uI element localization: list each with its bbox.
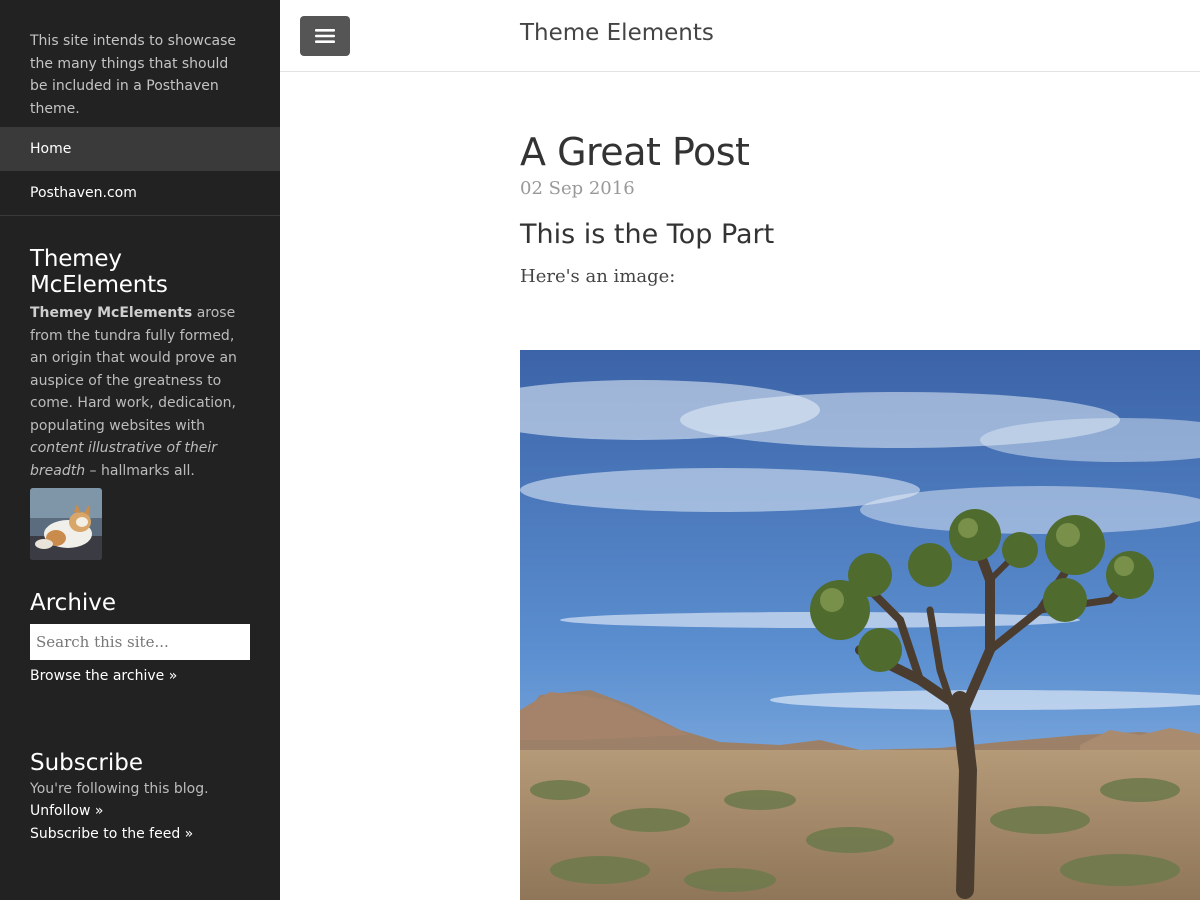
archive-title: Archive <box>30 590 117 616</box>
bio-text-part-1: arose from the tundra fully formed, an o… <box>30 305 237 434</box>
menu-button[interactable] <box>300 16 350 56</box>
sidebar-nav: Home Posthaven.com <box>0 127 280 216</box>
top-header: Theme Elements <box>280 0 1200 72</box>
site-intro: This site intends to showcase the many t… <box>30 33 237 117</box>
post-date: 02 Sep 2016 <box>520 178 635 199</box>
nav-item-home[interactable]: Home <box>0 127 280 171</box>
hamburger-icon <box>315 29 335 43</box>
post-paragraph: Here's an image: <box>520 266 676 287</box>
subscribe-feed-link[interactable]: Subscribe to the feed » <box>30 823 250 846</box>
search-input[interactable] <box>30 624 250 660</box>
post: A Great Post 02 Sep 2016 This is the Top… <box>520 130 1200 287</box>
subscribe-status: You're following this blog. <box>30 781 209 797</box>
bio-text-part-2: – hallmarks all. <box>85 462 195 479</box>
browse-archive-link[interactable]: Browse the archive » <box>30 668 250 684</box>
post-image-joshua-tree <box>520 350 1200 900</box>
post-title[interactable]: A Great Post <box>520 130 1200 174</box>
archive-section: Archive Browse the archive » <box>30 590 250 684</box>
site-title[interactable]: Theme Elements <box>520 20 714 46</box>
subscribe-title: Subscribe <box>30 750 144 776</box>
author-bio: Themey McElements Themey McElements aros… <box>0 216 280 560</box>
sidebar: This site intends to showcase the many t… <box>0 0 280 900</box>
bio-title: Themey McElements <box>30 246 168 298</box>
bio-text: Themey McElements arose from the tundra … <box>30 302 250 482</box>
nav-item-posthaven[interactable]: Posthaven.com <box>0 171 280 215</box>
joshua-tree-photo <box>520 350 1200 900</box>
bio-name: Themey McElements <box>30 305 193 321</box>
avatar-cat-image <box>30 488 102 560</box>
subscribe-section: Subscribe You're following this blog. Un… <box>30 750 250 845</box>
avatar <box>30 488 102 560</box>
post-heading: This is the Top Part <box>520 219 775 250</box>
unfollow-link[interactable]: Unfollow » <box>30 800 250 823</box>
